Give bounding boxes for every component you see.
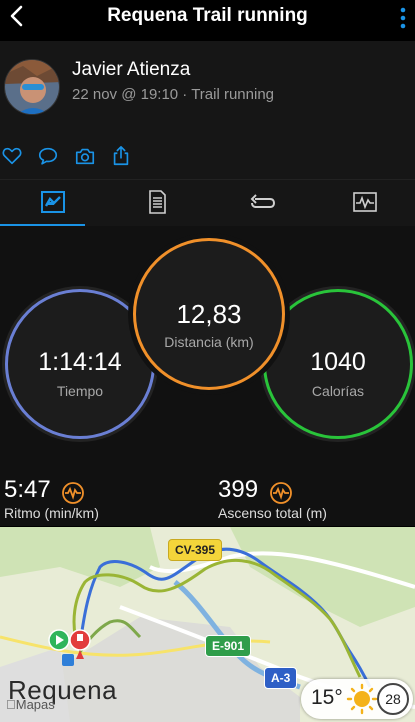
ascent-label: Ascenso total (m): [218, 504, 327, 521]
air-quality-badge: 28: [377, 683, 409, 715]
details-tab-icon: [149, 190, 166, 214]
more-options-icon[interactable]: [399, 6, 407, 30]
route-map[interactable]: CV-395 E-901 A-3 Requena Mapas 15° 28: [0, 527, 415, 722]
page-title: Requena Trail running: [107, 5, 308, 26]
ascent-metric: 399 Ascenso total (m): [218, 476, 327, 521]
activity-meta: 22 nov @ 19:10 · Trail running: [72, 86, 275, 103]
sun-icon: [346, 683, 378, 715]
avatar[interactable]: [4, 59, 60, 115]
distance-ring: 12,83 Distancia (km): [133, 238, 285, 390]
calories-label: Calorías: [311, 383, 365, 399]
stats-panel: 1:14:14 Tiempo 1040 Calorías 12,83 Dista…: [0, 226, 415, 526]
time-label: Tiempo: [56, 383, 104, 399]
activity-header: Javier Atienza 22 nov @ 19:10 · Trail ru…: [0, 41, 415, 131]
weather-temperature: 15°: [311, 686, 343, 709]
ascent-value: 399: [218, 476, 259, 503]
pulse-icon: [62, 481, 85, 504]
laps-tab-icon: [250, 194, 276, 208]
tab-bar: [0, 179, 415, 227]
user-name[interactable]: Javier Atienza: [72, 59, 190, 81]
distance-value: 12,83: [176, 299, 242, 329]
road-label-a3: A-3: [264, 667, 298, 689]
stats-tab-icon: [41, 191, 65, 213]
air-quality-value: 28: [385, 691, 401, 707]
tab-details[interactable]: [104, 180, 207, 227]
comment-icon[interactable]: [37, 145, 59, 167]
camera-icon[interactable]: [74, 145, 96, 167]
tab-laps[interactable]: [208, 180, 311, 227]
road-label-cv395: CV-395: [168, 539, 223, 561]
charts-tab-icon: [353, 192, 377, 212]
distance-label: Distancia (km): [164, 334, 254, 350]
share-icon[interactable]: [110, 145, 132, 167]
road-label-e901: E-901: [205, 635, 252, 657]
start-pin-icon: [48, 629, 70, 651]
tab-charts[interactable]: [312, 180, 415, 227]
pace-value: 5:47: [4, 476, 51, 503]
heart-icon[interactable]: [1, 145, 23, 167]
pace-metric: 5:47 Ritmo (min/km): [4, 476, 99, 521]
pulse-icon: [269, 481, 292, 504]
calories-ring: 1040 Calorías: [263, 289, 413, 439]
weather-badge[interactable]: 15° 28: [301, 679, 413, 719]
tab-overview[interactable]: [0, 180, 103, 227]
time-value: 1:14:14: [38, 348, 122, 376]
pace-label: Ritmo (min/km): [4, 504, 99, 521]
calories-value: 1040: [310, 348, 366, 376]
map-attribution: Mapas: [6, 697, 55, 712]
action-bar: [0, 131, 415, 179]
top-bar: Requena Trail running: [0, 0, 415, 40]
